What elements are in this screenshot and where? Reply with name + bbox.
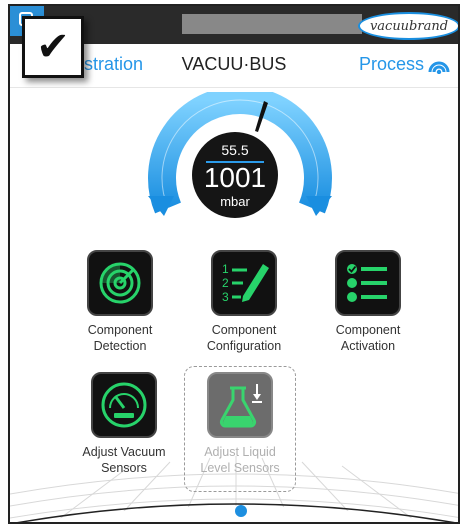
brand-logo: vacuubrand	[358, 12, 458, 40]
tile-label-line2: Detection	[93, 339, 147, 353]
radar-icon	[87, 250, 153, 316]
brand-text: vacuubrand	[369, 18, 449, 34]
flask-arrow-icon	[207, 372, 273, 438]
page-indicator-dot[interactable]	[235, 505, 247, 517]
process-wave-icon[interactable]	[428, 58, 450, 74]
checkmark-badge[interactable]: ✔	[22, 16, 84, 78]
tile-label-line1: Component	[87, 323, 153, 337]
tile-label-line1: Adjust Vacuum	[82, 445, 166, 459]
checklist-icon	[335, 250, 401, 316]
tile-component-configuration[interactable]: 1 2 3 Component Configuration	[184, 250, 304, 354]
svg-text:1: 1	[222, 262, 229, 276]
pressure-readout: 55.5 1001 mbar	[192, 132, 278, 218]
tile-label-line2: Activation	[340, 339, 396, 353]
numbered-list-pencil-icon: 1 2 3	[211, 250, 277, 316]
tile-label-line2: Level Sensors	[200, 461, 280, 475]
checkmark-icon: ✔	[36, 24, 70, 70]
tile-label-line1: Adjust Liquid	[204, 445, 276, 459]
svg-text:3: 3	[222, 290, 229, 304]
nav-process-link[interactable]: Process	[359, 54, 424, 75]
tile-label-line2: Configuration	[206, 339, 282, 353]
tile-adjust-liquid-level-sensors[interactable]: Adjust Liquid Level Sensors	[180, 372, 300, 476]
pressure-value: 1001	[203, 162, 267, 193]
setpoint-value: 55.5	[221, 142, 249, 158]
tile-label-line1: Component	[211, 323, 277, 337]
tile-component-detection[interactable]: Component Detection	[60, 250, 180, 354]
tile-component-activation[interactable]: Component Activation	[308, 250, 428, 354]
tile-label-line1: Component	[335, 323, 401, 337]
tile-adjust-vacuum-sensors[interactable]: Adjust Vacuum Sensors	[64, 372, 184, 476]
gauge-meter-icon	[91, 372, 157, 438]
tile-label-line2: Sensors	[101, 461, 147, 475]
svg-text:2: 2	[222, 276, 229, 290]
status-bar-redacted	[182, 14, 362, 34]
pressure-unit: mbar	[220, 194, 250, 209]
